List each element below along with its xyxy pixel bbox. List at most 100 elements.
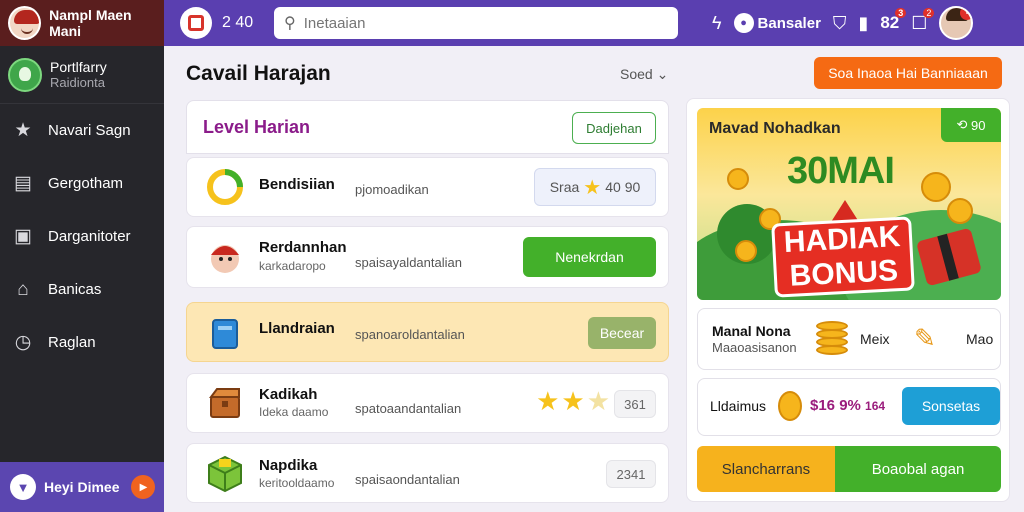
coin-icon <box>735 240 757 262</box>
star-icon: ★ <box>586 386 610 416</box>
chevron-down-icon: ⌄ <box>656 66 669 82</box>
sidebar-item-2[interactable]: ▣ Darganitoter <box>0 210 164 263</box>
calendar-icon: ▣ <box>14 226 32 247</box>
star-icon: ★ <box>561 386 585 416</box>
secondary-action-button[interactable]: Slancharrans <box>697 446 835 492</box>
sort-dropdown[interactable]: Soed ⌄ <box>620 66 668 83</box>
sidebar-item-1[interactable]: ▤ Gergotham <box>0 157 164 210</box>
sidebar: Nampl Maen Mani Portlfarry Raidionta ★ N… <box>0 0 164 512</box>
task-row[interactable]: Napdika keritooldaamo spaisaondantalian … <box>186 443 669 503</box>
level-panel-button[interactable]: Dadjehan <box>572 112 656 144</box>
cube-icon <box>205 453 245 493</box>
banner-tag[interactable]: ⟲ 90 <box>941 108 1001 142</box>
sidebar-item-label: Gergotham <box>48 175 124 192</box>
sidebar-item-label: Navari Sagn <box>48 122 131 139</box>
sidebar-bottom-action[interactable]: ▼ Heyi Dimee ▶ <box>0 462 164 512</box>
reward-card-label: Meix <box>860 331 890 347</box>
level-panel-header: Level Harian Dadjehan <box>186 100 669 154</box>
task-action-button[interactable]: Nenekrdan <box>523 237 656 277</box>
lightning-icon[interactable]: ϟ <box>712 13 722 34</box>
reward-card[interactable]: Manal Nona Maaoasisanon Meix ✎ Mao <box>697 308 1001 370</box>
balance-amount: $16 9% <box>810 397 861 414</box>
avatar-badge-icon: • <box>960 8 972 20</box>
primary-action-button[interactable]: Boaobal agan <box>835 446 1001 492</box>
sort-label: Soed <box>620 66 653 82</box>
profile-sub: Raidionta <box>50 75 105 90</box>
sidebar-header: Nampl Maen Mani <box>0 0 164 46</box>
banner-tag-value: 90 <box>971 117 986 133</box>
app-logo-avatar[interactable] <box>8 6 42 40</box>
reward-card-label: Mao <box>966 331 994 347</box>
sidebar-item-4[interactable]: ◷ Raglan <box>0 316 164 369</box>
page-title: Cavail Harajan <box>186 62 331 85</box>
sidebar-item-label: Banicas <box>48 281 102 298</box>
tools-icon: ✎ <box>914 323 936 353</box>
task-action-button[interactable]: Becear <box>588 317 656 349</box>
points-count[interactable]: 82 3 <box>880 8 907 33</box>
task-reward-label: Sraa <box>549 179 580 195</box>
sidebar-item-3[interactable]: ⌂ Banicas <box>0 263 164 316</box>
task-desc: spanoaroldantalian <box>355 327 465 342</box>
banner-title: Mavad Nohadkan <box>709 120 841 137</box>
sidebar-item-label: Raglan <box>48 334 96 351</box>
task-desc: spaisayaldantalian <box>355 255 462 270</box>
character-icon <box>205 237 245 277</box>
task-reward-value: 40 90 <box>605 179 641 195</box>
sidebar-item-label: Darganitoter <box>48 228 131 245</box>
user-menu[interactable]: ● Bansaler <box>733 13 821 33</box>
shield-icon[interactable]: ⛉ <box>833 13 847 34</box>
balance-value: $16 9% 164 <box>810 397 885 414</box>
wallet-icon: ▤ <box>14 173 32 194</box>
notification-icon[interactable]: ☐ 2 <box>911 7 935 34</box>
search-input[interactable] <box>303 14 644 32</box>
coin-icon <box>947 198 973 224</box>
bag-icon[interactable]: ▮ <box>858 13 868 34</box>
bonus-line-2: BONUS <box>788 254 899 293</box>
task-row[interactable]: Llandraian spanoaroldantalian Becear <box>186 302 669 362</box>
rating-stars: ★ ★ ★ <box>536 386 610 417</box>
task-reward-pill: 2341 <box>606 460 656 488</box>
search-user-icon: ● <box>733 13 754 33</box>
task-title: Napdika <box>259 457 318 474</box>
search-icon: ⚲ <box>284 15 296 32</box>
coin-stack-icon <box>816 321 848 357</box>
task-row[interactable]: Bendisiian pjomoadikan Sraa ★ 40 90 <box>186 157 669 217</box>
banner-big-text: 30MAI <box>787 150 895 192</box>
app-name: Nampl Maen Mani <box>49 7 132 39</box>
task-title: Bendisiian <box>259 176 335 193</box>
menu-logo-icon[interactable] <box>180 7 212 39</box>
balance-title: Lldaimus <box>710 398 767 414</box>
task-row[interactable]: Rerdannhan karkadaropo spaisayaldantalia… <box>186 226 669 288</box>
balance-button[interactable]: Sonsetas <box>902 387 1000 425</box>
box-icon <box>205 312 245 352</box>
search-bar[interactable]: ⚲ <box>274 7 678 39</box>
profile-card[interactable]: Portlfarry Raidionta <box>0 46 164 104</box>
user-avatar[interactable]: • <box>939 6 974 40</box>
task-row[interactable]: Kadikah Ideka daamo spatoaandantalian ★ ★… <box>186 373 669 433</box>
balance-card: Lldaimus $16 9% 164 Sonsetas <box>697 378 1001 436</box>
task-title: Kadikah <box>259 386 318 403</box>
task-sub: Ideka daamo <box>259 405 329 419</box>
sidebar-item-0[interactable]: ★ Navari Sagn <box>0 104 164 157</box>
cta-button[interactable]: Soa Inaoa Hai Banniaaan <box>814 57 1002 89</box>
reward-card-title: Manal Nona <box>712 323 791 339</box>
star-icon: ★ <box>14 120 32 141</box>
coin-icon <box>778 391 802 421</box>
promo-banner[interactable]: Mavad Nohadkan ⟲ 90 30MAI HADIAK BONUS <box>697 108 1001 300</box>
progress-ring-icon <box>205 167 245 207</box>
task-desc: spaisaondantalian <box>355 472 460 487</box>
task-sub: keritooldaamo <box>259 476 335 490</box>
points-badge: 3 <box>895 8 907 18</box>
notification-badge: 2 <box>923 7 935 18</box>
clock-icon: ◷ <box>14 332 32 353</box>
task-desc: pjomoadikan <box>355 182 429 197</box>
coin-icon <box>727 168 749 190</box>
top-bar: 2 40 ⚲ ϟ ● Bansaler ⛉ ▮ 823 ☐2 • <box>164 0 1024 46</box>
task-sub: karkadaropo <box>259 259 326 273</box>
home-icon: ⌂ <box>17 278 29 300</box>
chest-icon <box>205 383 245 423</box>
task-title: Llandraian <box>259 320 335 337</box>
star-icon: ★ <box>583 176 602 199</box>
task-reward-pill: Sraa ★ 40 90 <box>534 168 656 206</box>
reward-card-sub: Maaoasisanon <box>712 340 797 355</box>
